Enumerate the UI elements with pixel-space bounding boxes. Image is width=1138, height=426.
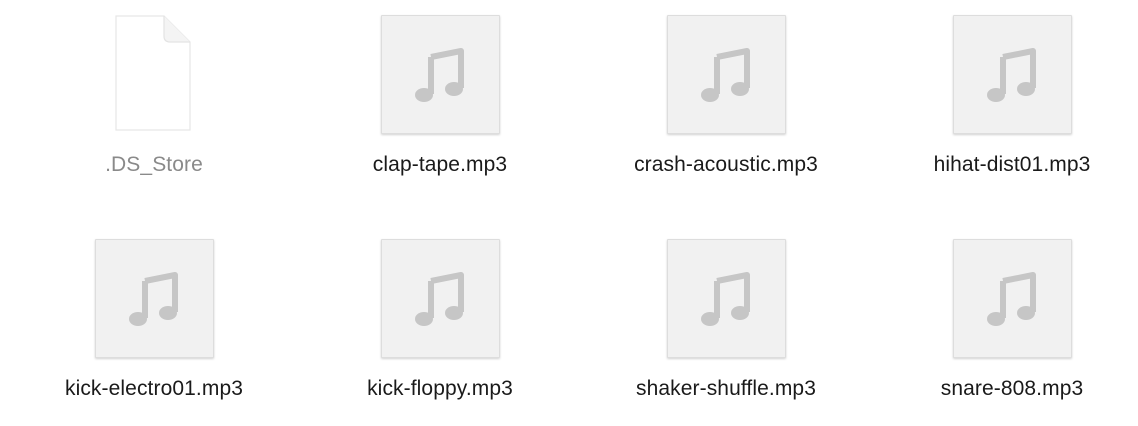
audio-file-thumbnail [952,14,1072,134]
audio-file-thumbnail [666,14,786,134]
audio-file-thumbnail [380,238,500,358]
file-name-label: clap-tape.mp3 [372,153,508,176]
music-note-icon [129,272,178,326]
music-note-icon [415,48,464,102]
file-icon-grid: .DS_Store clap-tape.mp3 crash-acoustic.m… [0,0,1138,422]
music-note-icon [701,272,750,326]
file-name-label: shaker-shuffle.mp3 [635,377,816,400]
file-name-label: crash-acoustic.mp3 [634,153,818,176]
audio-file-thumbnail [666,238,786,358]
file-item-ds-store[interactable]: .DS_Store [34,2,274,202]
music-note-icon [701,48,750,102]
file-item-crash-acoustic[interactable]: crash-acoustic.mp3 [606,2,846,202]
file-item-kick-floppy[interactable]: kick-floppy.mp3 [320,226,560,426]
file-item-kick-electro01[interactable]: kick-electro01.mp3 [34,226,274,426]
audio-file-thumbnail [380,14,500,134]
file-name-label: snare-808.mp3 [940,377,1084,400]
file-name-label: .DS_Store [105,153,203,176]
file-name-label: hihat-dist01.mp3 [933,153,1091,176]
music-note-icon [987,272,1036,326]
music-note-icon [987,48,1036,102]
audio-file-thumbnail [952,238,1072,358]
file-item-snare-808[interactable]: snare-808.mp3 [892,226,1132,426]
blank-document-icon [94,14,214,134]
file-name-label: kick-floppy.mp3 [367,377,513,400]
file-name-label: kick-electro01.mp3 [64,377,244,400]
file-item-clap-tape[interactable]: clap-tape.mp3 [320,2,560,202]
file-item-shaker-shuffle[interactable]: shaker-shuffle.mp3 [606,226,846,426]
audio-file-thumbnail [94,238,214,358]
file-item-hihat-dist01[interactable]: hihat-dist01.mp3 [892,2,1132,202]
music-note-icon [415,272,464,326]
